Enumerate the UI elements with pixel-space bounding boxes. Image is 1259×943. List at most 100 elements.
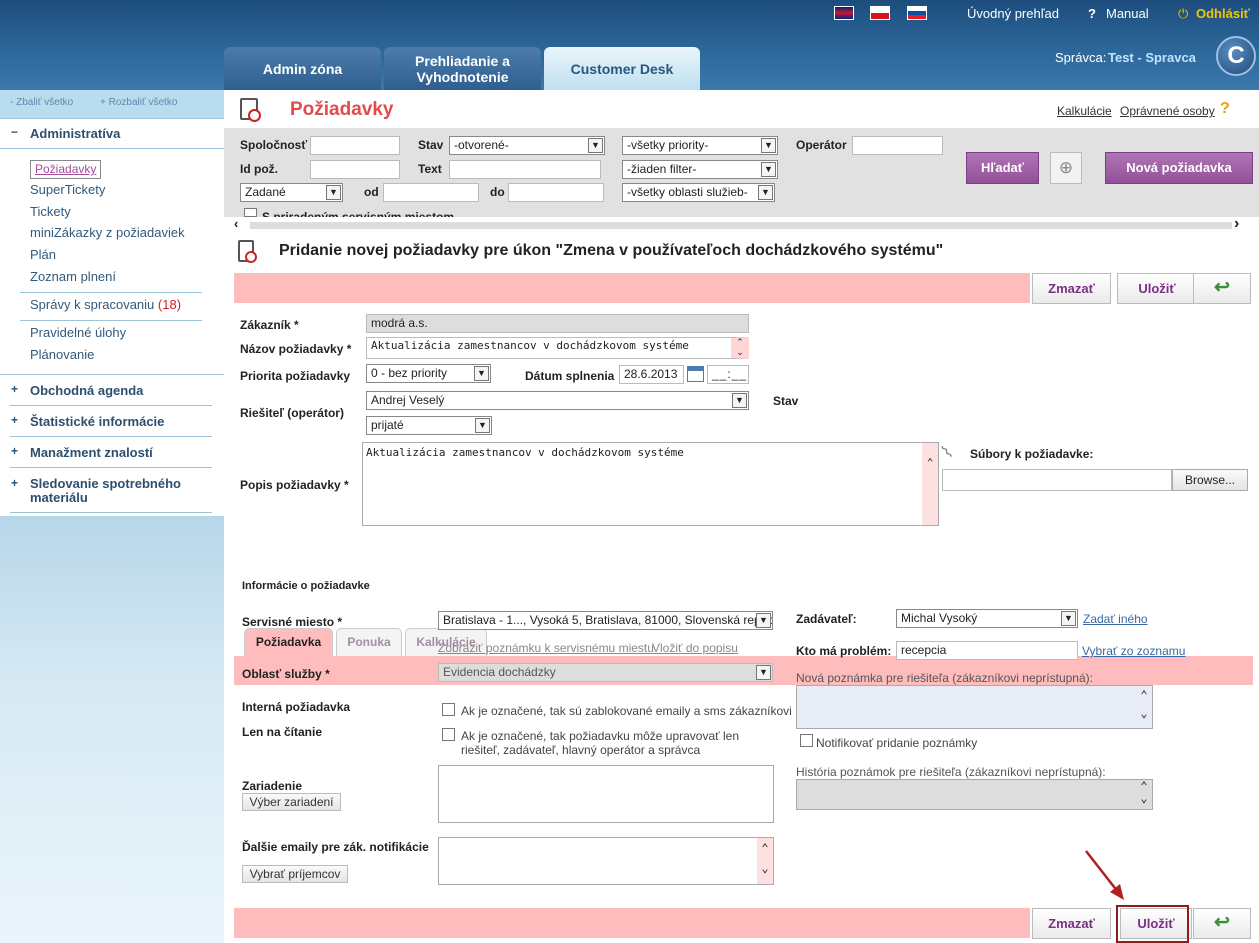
sidebar-section-manazment[interactable]: Manažment znalostí xyxy=(0,445,224,460)
zadane-select[interactable]: Zadané ▼ xyxy=(240,183,343,202)
tab-customer-desk[interactable]: Customer Desk xyxy=(544,47,700,90)
riesitel-select[interactable]: Andrej Veselý ▼ xyxy=(366,391,749,410)
scrollbar: ⌃ ⌄ xyxy=(1140,688,1148,720)
kto-label: Kto má problém: xyxy=(796,644,892,658)
chevron-right-icon[interactable]: › xyxy=(1234,215,1239,233)
chevron-down-icon: ▼ xyxy=(761,162,776,177)
id-poz-input[interactable] xyxy=(310,160,400,179)
interna-label: Interná požiadavka xyxy=(242,700,351,714)
calendar-icon[interactable] xyxy=(687,366,704,382)
back-arrow-icon[interactable]: ↩ xyxy=(1193,908,1251,939)
sidebar-item-planovanie[interactable]: Plánovanie xyxy=(30,347,94,362)
zobrazit-poznamku-link[interactable]: Zobraziť poznámku k servisnému miestu xyxy=(438,641,654,655)
oblasti-select[interactable]: -všetky oblasti služieb- ▼ xyxy=(622,183,775,202)
sidebar-section-administrativa[interactable]: Administratíva xyxy=(0,126,224,141)
do-input[interactable] xyxy=(508,183,604,202)
tab-admin-zona[interactable]: Admin zóna xyxy=(224,47,381,90)
flag-cz-icon[interactable] xyxy=(870,6,890,20)
operator-label: Operátor xyxy=(796,138,847,152)
zariadenie-textarea[interactable] xyxy=(438,765,774,823)
text-input[interactable] xyxy=(449,160,601,179)
stav-select[interactable]: -otvorené- ▼ xyxy=(449,136,605,155)
chevron-down-icon: ▼ xyxy=(758,185,773,200)
servis-label: Servisné miesto * xyxy=(242,615,343,629)
vlozit-do-popisu-link[interactable]: Vložiť do popisu xyxy=(652,641,738,655)
priorita-select[interactable]: 0 - bez priority ▼ xyxy=(366,364,491,383)
popis-textarea[interactable]: Aktualizácia zamestnancov v dochádzkovom… xyxy=(362,442,939,526)
subory-label: Súbory k požiadavke: xyxy=(970,447,1094,461)
nazov-field[interactable]: Aktualizácia zamestnancov v dochádzkovom… xyxy=(366,337,749,359)
sidebar-item-minizakazky[interactable]: miniZákazky z požiadaviek xyxy=(30,225,185,240)
tab-prehliadanie[interactable]: Prehliadanie a Vyhodnotenie xyxy=(384,47,541,90)
operator-input[interactable] xyxy=(852,136,943,155)
tab-ponuka[interactable]: Ponuka xyxy=(336,628,402,656)
page-title: Požiadavky xyxy=(290,99,394,120)
sidebar-section-statisticke[interactable]: Štatistické informácie xyxy=(0,414,224,429)
spolocnost-input[interactable] xyxy=(310,136,400,155)
sidebar-item-tickety[interactable]: Tickety xyxy=(30,204,71,219)
datum-input[interactable]: 28.6.2013 xyxy=(619,365,684,384)
servis-select[interactable]: Bratislava - 1..., Vysoká 5, Bratislava,… xyxy=(438,611,773,630)
zoom-in-icon[interactable]: ⊕ xyxy=(1050,152,1082,184)
oblast-select[interactable]: Evidencia dochádzky ▼ xyxy=(438,663,773,682)
spinner-icon[interactable]: ⌃ ⌄ xyxy=(734,337,746,357)
filter-select[interactable]: -žiaden filter- ▼ xyxy=(622,160,778,179)
ulozit-button[interactable]: Uložiť xyxy=(1117,273,1197,304)
collapse-all-link[interactable]: - Zbaliť všetko xyxy=(10,97,73,108)
sidebar-item-supertickety[interactable]: SuperTickety xyxy=(30,182,105,197)
vybrat-prijemcov-button[interactable]: Vybrať príjemcov xyxy=(242,865,348,883)
stav-form-select[interactable]: prijaté ▼ xyxy=(366,416,492,435)
scrollbar: ⌃ xyxy=(922,443,938,525)
manual-link[interactable]: Manual xyxy=(1106,6,1149,21)
spolocnost-label: Spoločnosť xyxy=(240,138,308,152)
zakaznik-label: Zákazník * xyxy=(240,318,299,332)
opravnene-osoby-link[interactable]: Oprávnené osoby xyxy=(1120,104,1215,118)
zmazat-bottom-button[interactable]: Zmazať xyxy=(1032,908,1111,939)
len-checkbox[interactable] xyxy=(442,728,455,741)
nova-poznamka-textarea[interactable]: ⌃ ⌄ xyxy=(796,685,1153,729)
ulozit-bottom-button[interactable]: Uložiť xyxy=(1120,908,1192,939)
hladat-button[interactable]: Hľadať xyxy=(966,152,1039,184)
browse-button[interactable]: Browse... xyxy=(1172,469,1248,491)
sidebar-section-sledovanie[interactable]: Sledovanie spotrebného materiálu xyxy=(0,477,190,505)
logout-link[interactable]: Odhlásiť xyxy=(1196,6,1250,21)
horizontal-scrollbar[interactable]: ‹ › xyxy=(224,215,1259,233)
interna-checkbox[interactable] xyxy=(442,703,455,716)
app-header: Úvodný prehľad ? Manual ⏻ Odhlásiť Admin… xyxy=(0,0,1259,90)
file-path-input[interactable] xyxy=(942,469,1172,491)
kalkulacie-link[interactable]: Kalkulácie xyxy=(1057,104,1112,118)
zadat-ineho-link[interactable]: Zadať iného xyxy=(1083,612,1148,626)
zadavatel-select[interactable]: Michal Vysoký ▼ xyxy=(896,609,1078,628)
sidebar-item-pravidelne[interactable]: Pravidelné úlohy xyxy=(30,325,126,340)
sidebar-section-obchodna[interactable]: Obchodná agenda xyxy=(0,383,224,398)
od-input[interactable] xyxy=(383,183,479,202)
vyber-zariadeni-button[interactable]: Výber zariadení xyxy=(242,793,341,811)
cas-input[interactable]: __:__ xyxy=(707,365,749,384)
kto-input[interactable]: recepcia xyxy=(896,641,1078,660)
sidebar-item-plan[interactable]: Plán xyxy=(30,247,56,262)
notifikovat-checkbox[interactable] xyxy=(800,734,813,747)
sidebar-item-poziadavky[interactable]: Požiadavky xyxy=(30,160,102,179)
tab-poziadavka[interactable]: Požiadavka xyxy=(244,628,333,656)
vybrat-zo-zoznamu-link[interactable]: Vybrať zo zoznamu xyxy=(1082,644,1185,658)
zmazat-button[interactable]: Zmazať xyxy=(1032,273,1111,304)
flag-uk-icon[interactable] xyxy=(834,6,854,20)
sidebar-item-spravy[interactable]: Správy k spracovaniu (18) xyxy=(30,297,181,312)
home-link[interactable]: Úvodný prehľad xyxy=(967,6,1059,21)
chevron-down-icon: ▼ xyxy=(1061,611,1076,626)
chevron-left-icon[interactable]: ‹ xyxy=(234,216,238,231)
back-arrow-icon[interactable]: ↩ xyxy=(1193,273,1251,304)
nova-poziadavka-button[interactable]: Nová požiadavka xyxy=(1105,152,1253,184)
emaily-textarea[interactable]: ⌃ ⌄ xyxy=(438,837,774,885)
help-icon[interactable]: ? xyxy=(1220,100,1230,118)
power-icon: ⏻ xyxy=(1178,6,1189,21)
expand-all-link[interactable]: + Rozbaliť všetko xyxy=(100,97,177,108)
sidebar-item-zoznam-plneni[interactable]: Zoznam plnení xyxy=(30,269,116,284)
chevron-down-icon: ▼ xyxy=(475,418,490,433)
len-label: Len na čítanie xyxy=(242,725,323,739)
servis-checkbox[interactable] xyxy=(244,208,257,217)
priority-filter-select[interactable]: -všetky priority- ▼ xyxy=(622,136,778,155)
chevron-down-icon: ▼ xyxy=(326,185,341,200)
sidebar: - Zbaliť všetko + Rozbaliť všetko − Admi… xyxy=(0,90,224,943)
flag-sk-icon[interactable] xyxy=(907,6,927,20)
